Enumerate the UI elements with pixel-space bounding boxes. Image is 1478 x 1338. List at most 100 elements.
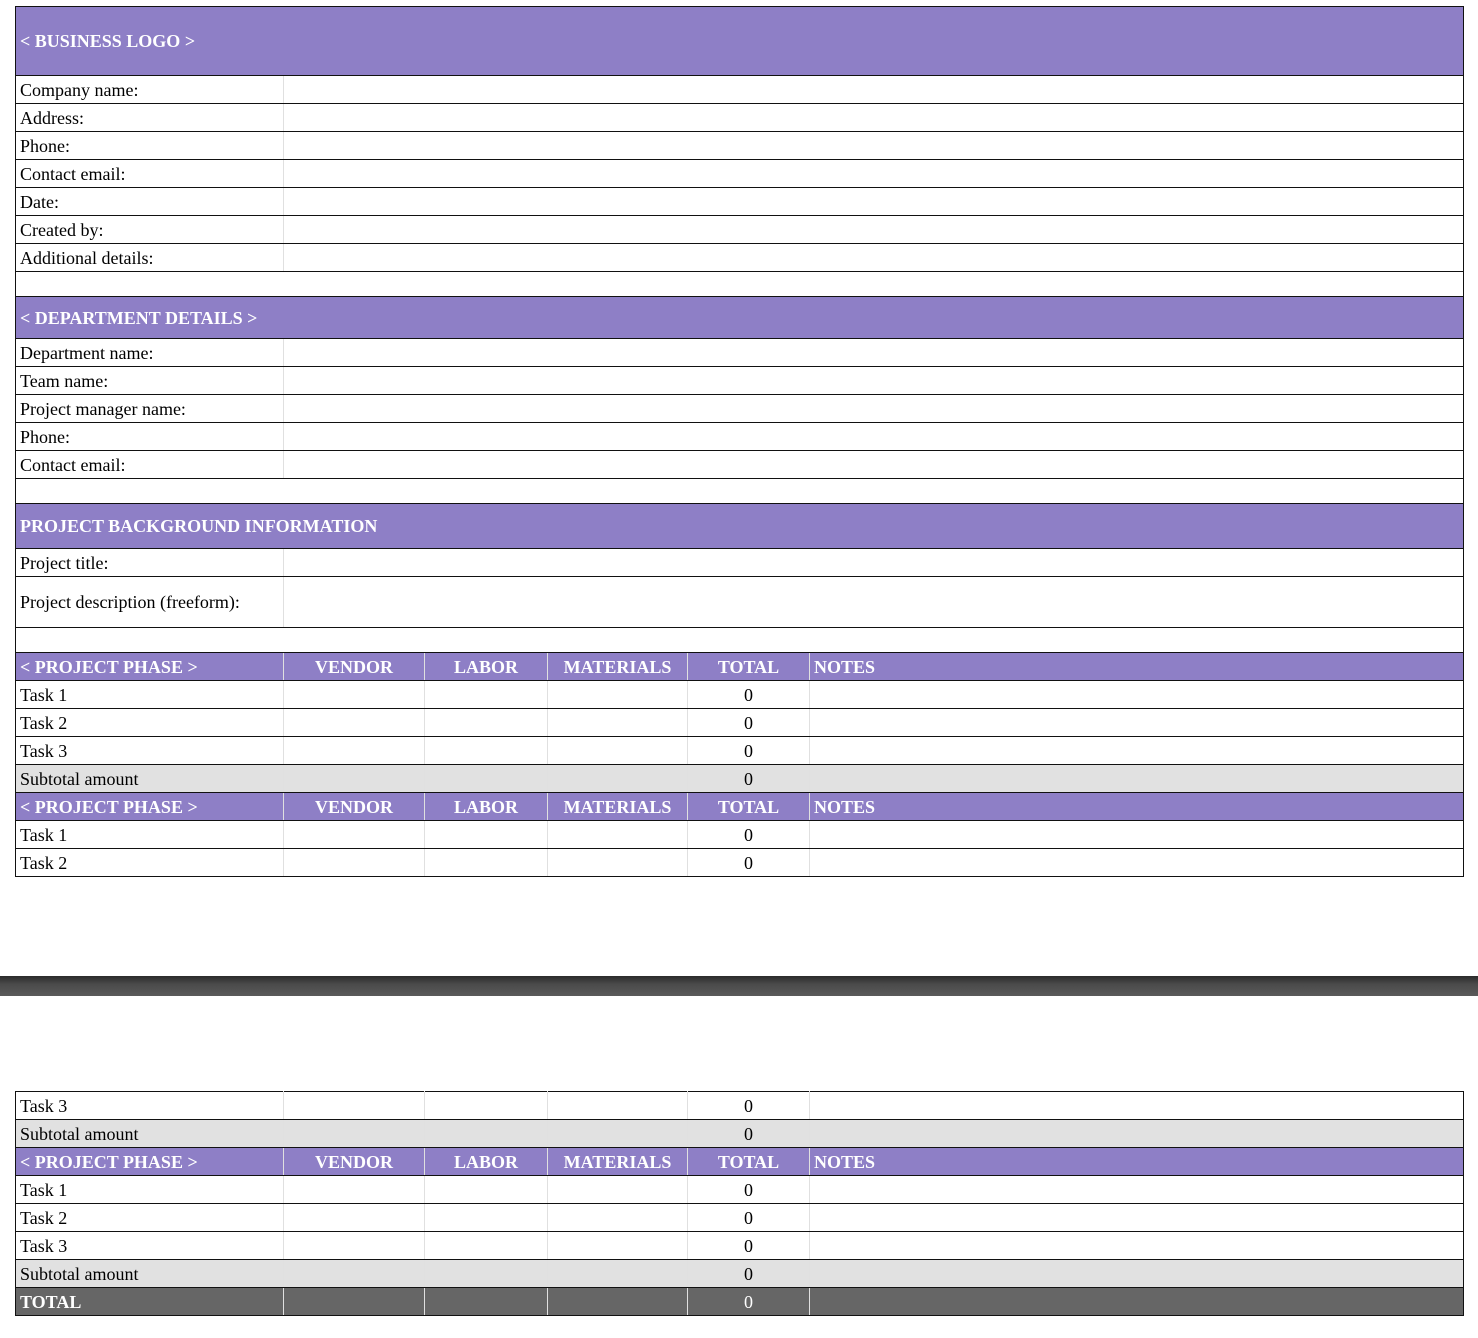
budget-sheet-page-1: < BUSINESS LOGO > Company name: Address:…	[14, 6, 1465, 877]
vendor-cell[interactable]	[283, 680, 425, 709]
notes-cell[interactable]	[809, 1091, 1464, 1120]
phase-3-header-row: < PROJECT PHASE > VENDOR LABOR MATERIALS…	[15, 1147, 1464, 1176]
task-row: Task 3 0	[15, 1091, 1464, 1120]
task-row: Task 1 0	[15, 1175, 1464, 1204]
task-total: 0	[687, 1203, 810, 1232]
budget-sheet-page-2: Task 3 0 Subtotal amount 0 < PROJECT PHA…	[15, 1091, 1464, 1316]
labor-cell[interactable]	[424, 1175, 548, 1204]
project-header: PROJECT BACKGROUND INFORMATION	[14, 503, 1465, 549]
notes-cell[interactable]	[809, 680, 1465, 709]
labor-cell[interactable]	[424, 1231, 548, 1260]
total-header: TOTAL	[687, 1147, 810, 1176]
empty-cell	[283, 764, 425, 793]
notes-cell[interactable]	[809, 1203, 1464, 1232]
subtotal-row: Subtotal amount 0	[15, 1259, 1464, 1288]
empty-cell	[809, 1119, 1464, 1148]
department-email-cell[interactable]	[283, 450, 1465, 479]
additional-details-cell[interactable]	[283, 243, 1465, 272]
materials-header: MATERIALS	[547, 1147, 688, 1176]
contact-email-cell[interactable]	[283, 159, 1465, 188]
phone-cell[interactable]	[283, 131, 1465, 160]
labor-header: LABOR	[424, 652, 548, 681]
empty-cell	[424, 1119, 548, 1148]
field-label: Contact email:	[15, 450, 284, 479]
materials-cell[interactable]	[547, 736, 688, 765]
grand-total-row: TOTAL 0	[15, 1287, 1464, 1316]
company-name-row: Company name:	[15, 75, 1465, 104]
notes-cell[interactable]	[809, 736, 1465, 765]
date-cell[interactable]	[283, 187, 1465, 216]
address-row: Address:	[15, 103, 1465, 132]
business-logo: < BUSINESS LOGO >	[14, 6, 1465, 76]
vendor-cell[interactable]	[283, 820, 425, 849]
notes-cell[interactable]	[809, 848, 1465, 877]
notes-cell[interactable]	[809, 1231, 1464, 1260]
vendor-cell[interactable]	[283, 708, 425, 737]
task-label: Task 2	[15, 848, 284, 877]
field-label: Phone:	[15, 422, 284, 451]
task-label: Task 3	[15, 1091, 284, 1120]
vendor-cell[interactable]	[283, 1231, 425, 1260]
notes-cell[interactable]	[809, 708, 1465, 737]
materials-cell[interactable]	[547, 680, 688, 709]
empty-cell	[283, 1119, 425, 1148]
subtotal-label: Subtotal amount	[15, 764, 284, 793]
notes-cell[interactable]	[809, 820, 1465, 849]
notes-cell[interactable]	[809, 1175, 1464, 1204]
task-total: 0	[687, 848, 810, 877]
materials-cell[interactable]	[547, 820, 688, 849]
vendor-cell[interactable]	[283, 1091, 425, 1120]
vendor-cell[interactable]	[283, 1175, 425, 1204]
labor-cell[interactable]	[424, 680, 548, 709]
labor-cell[interactable]	[424, 820, 548, 849]
created-by-row: Created by:	[15, 215, 1465, 244]
materials-cell[interactable]	[547, 708, 688, 737]
created-by-cell[interactable]	[283, 215, 1465, 244]
vendor-cell[interactable]	[283, 736, 425, 765]
spacer-row	[14, 271, 1465, 297]
materials-cell[interactable]	[547, 1091, 688, 1120]
address-cell[interactable]	[283, 103, 1465, 132]
task-label: Task 2	[15, 708, 284, 737]
materials-cell[interactable]	[547, 848, 688, 877]
labor-cell[interactable]	[424, 708, 548, 737]
empty-cell	[809, 1259, 1464, 1288]
phase-header: < PROJECT PHASE >	[15, 1147, 284, 1176]
vendor-cell[interactable]	[283, 1203, 425, 1232]
labor-cell[interactable]	[424, 1091, 548, 1120]
team-name-cell[interactable]	[283, 366, 1465, 395]
department-name-cell[interactable]	[283, 338, 1465, 367]
labor-cell[interactable]	[424, 848, 548, 877]
company-name-cell[interactable]	[283, 75, 1465, 104]
task-label: Task 1	[15, 1175, 284, 1204]
task-row: Task 1 0	[15, 680, 1465, 709]
total-header: TOTAL	[687, 792, 810, 821]
field-label: Department name:	[15, 338, 284, 367]
department-phone-cell[interactable]	[283, 422, 1465, 451]
vendor-cell[interactable]	[283, 848, 425, 877]
labor-cell[interactable]	[424, 1203, 548, 1232]
empty-cell	[424, 1259, 548, 1288]
spacer-cell	[14, 271, 1465, 297]
project-description-row: Project description (freeform):	[15, 576, 1465, 628]
task-label: Task 2	[15, 1203, 284, 1232]
materials-cell[interactable]	[547, 1203, 688, 1232]
project-title-cell[interactable]	[283, 548, 1465, 577]
team-name-row: Team name:	[15, 366, 1465, 395]
field-label: Additional details:	[15, 243, 284, 272]
notes-header: NOTES	[809, 792, 1465, 821]
project-description-cell[interactable]	[283, 576, 1465, 628]
project-manager-cell[interactable]	[283, 394, 1465, 423]
subtotal-value: 0	[687, 764, 810, 793]
task-label: Task 3	[15, 736, 284, 765]
materials-cell[interactable]	[547, 1175, 688, 1204]
empty-cell	[283, 1287, 425, 1316]
additional-details-row: Additional details:	[15, 243, 1465, 272]
project-title-row: Project title:	[15, 548, 1465, 577]
labor-cell[interactable]	[424, 736, 548, 765]
materials-cell[interactable]	[547, 1231, 688, 1260]
field-label: Project manager name:	[15, 394, 284, 423]
project-manager-row: Project manager name:	[15, 394, 1465, 423]
field-label: Project title:	[15, 548, 284, 577]
empty-cell	[424, 764, 548, 793]
